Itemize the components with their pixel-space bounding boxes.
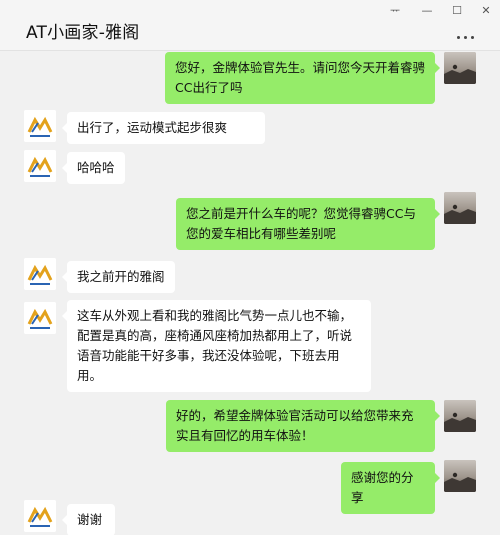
- user-avatar[interactable]: [444, 460, 476, 492]
- maximize-button[interactable]: ☐: [447, 4, 467, 18]
- message-bubble-incoming[interactable]: 哈哈哈: [62, 152, 125, 184]
- message-bubble-outgoing[interactable]: 您好，金牌体验官先生。请问您今天开着睿骋CC出行了吗: [165, 52, 440, 104]
- contact-avatar[interactable]: [24, 302, 56, 334]
- contact-avatar[interactable]: [24, 500, 56, 532]
- title-divider: [0, 50, 500, 51]
- user-avatar[interactable]: [444, 52, 476, 84]
- pin-button[interactable]: ᅲ: [385, 4, 405, 18]
- message-bubble-incoming[interactable]: 这车从外观上看和我的雅阁比气势一点儿也不输，配置是真的高，座椅通风座椅加热都用上…: [62, 300, 371, 392]
- message-bubble-incoming[interactable]: 我之前开的雅阁: [62, 261, 175, 293]
- title-bar: AT小画家-雅阁 ᅲ — ☐ ✕: [0, 0, 500, 50]
- message-bubble-outgoing[interactable]: 好的，希望金牌体验官活动可以给您带来充实且有回忆的用车体验！: [166, 400, 440, 452]
- close-button[interactable]: ✕: [476, 4, 496, 18]
- contact-avatar[interactable]: [24, 110, 56, 142]
- more-options-icon[interactable]: [450, 30, 480, 44]
- contact-avatar[interactable]: [24, 258, 56, 290]
- message-bubble-outgoing[interactable]: 您之前是开什么车的呢？您觉得睿骋CC与您的爱车相比有哪些差别呢: [176, 198, 440, 250]
- minimize-button[interactable]: —: [417, 4, 437, 18]
- message-bubble-incoming[interactable]: 出行了，运动模式起步很爽: [62, 112, 265, 144]
- user-avatar[interactable]: [444, 192, 476, 224]
- message-bubble-incoming[interactable]: 谢谢: [62, 504, 115, 535]
- chat-title: AT小画家-雅阁: [26, 23, 140, 43]
- user-avatar[interactable]: [444, 400, 476, 432]
- contact-avatar[interactable]: [24, 150, 56, 182]
- message-bubble-outgoing[interactable]: 感谢您的分享: [341, 462, 440, 514]
